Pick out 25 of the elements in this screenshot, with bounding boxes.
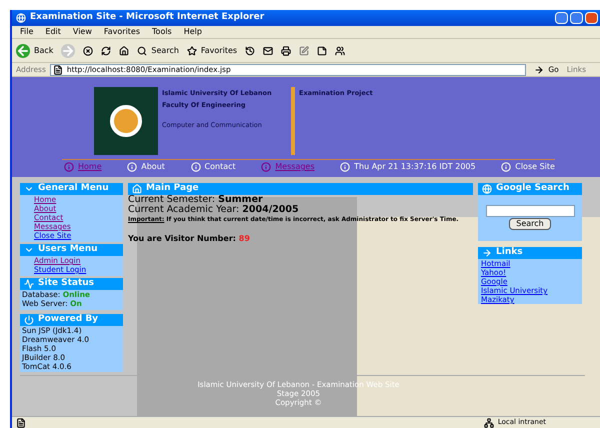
section-header: Users Menu <box>20 244 123 256</box>
nav-link[interactable]: Thu Apr 21 13:37:16 IDT 2005 <box>340 161 476 173</box>
semester-text: Current Semester: Summer <box>128 195 264 205</box>
section-header: Links <box>478 247 582 259</box>
menu-item[interactable]: Tools <box>152 26 172 38</box>
section-header: Main Page <box>128 183 473 195</box>
menu-item[interactable]: Favorites <box>104 26 140 38</box>
window-title: Examination Site - Microsoft Internet Explorer <box>30 11 264 24</box>
menu-item[interactable]: View <box>72 26 92 38</box>
back-button[interactable]: Back <box>16 44 54 58</box>
favorites-button[interactable]: Favorites <box>186 44 238 56</box>
nav-link[interactable]: Contact <box>190 161 236 173</box>
nav-link[interactable]: About <box>127 161 165 173</box>
section-header: Google Search <box>478 183 582 195</box>
academic-year-text: Current Academic Year: 2004/2005 <box>128 205 300 215</box>
search-button[interactable]: Search <box>137 44 179 56</box>
menu-item[interactable]: File <box>20 26 34 38</box>
search-button[interactable]: Search <box>509 218 551 230</box>
section-header: Powered By <box>20 314 123 326</box>
menu-item[interactable]: Help <box>184 26 202 38</box>
nav-link[interactable]: Close Site <box>501 161 555 173</box>
section-header: Site Status <box>20 278 123 290</box>
section-header: General Menu <box>20 183 123 195</box>
menu-item[interactable]: Edit <box>45 26 61 38</box>
visitor-count: You are Visitor Number: 89 <box>128 233 251 245</box>
